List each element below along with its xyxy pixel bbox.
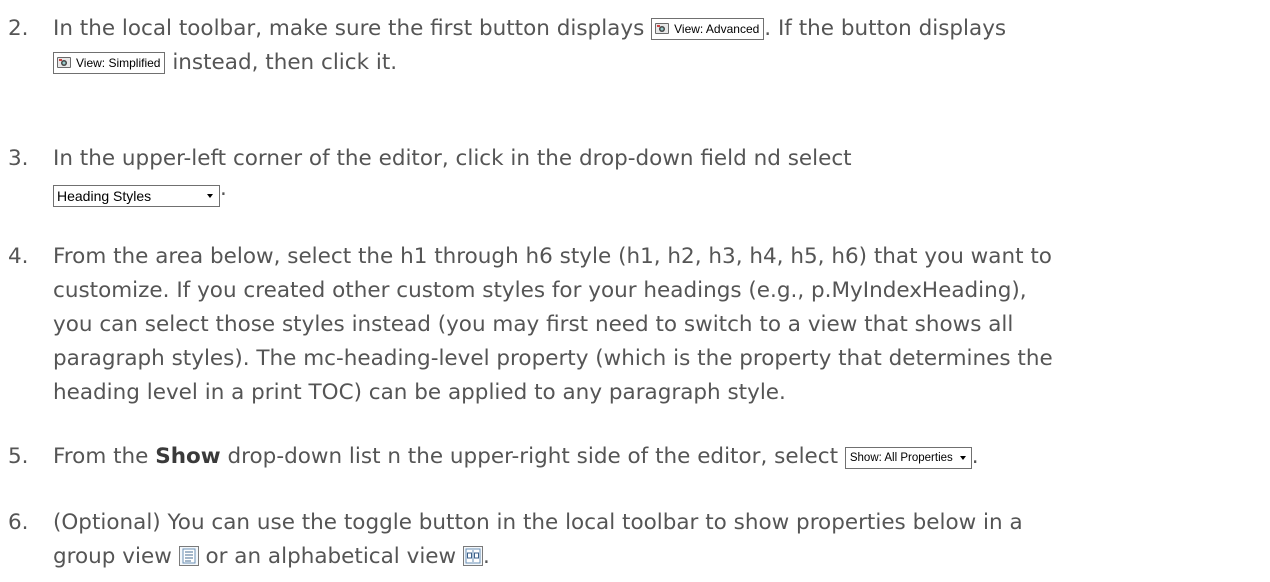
alphabetical-view-icon[interactable]: [462, 546, 483, 566]
step-text: .: [220, 176, 227, 201]
view-simplified-label: View: Simplified: [76, 56, 161, 70]
step-text: customize. If you created other custom s…: [53, 278, 1027, 303]
step-text: instead, then click it.: [165, 50, 398, 75]
step-text: .: [482, 544, 490, 569]
chevron-down-icon: [955, 448, 971, 468]
heading-styles-dropdown[interactable]: Heading Styles: [53, 185, 220, 207]
step-text: In the local toolbar, make sure the firs…: [53, 16, 645, 41]
view-advanced-button[interactable]: View: Advanced: [651, 18, 765, 40]
step-number: 3.: [8, 146, 29, 171]
step-text: .: [971, 444, 979, 469]
step-text: From the area below, select the h1 throu…: [53, 244, 1052, 269]
step-number: 2.: [8, 16, 29, 41]
view-advanced-label: View: Advanced: [674, 22, 760, 36]
step-text: In the upper-left corner of the editor, …: [53, 146, 852, 171]
show-all-properties-dropdown[interactable]: Show: All Properties: [844, 447, 972, 469]
show-dropdown-value: Show: All Properties: [849, 452, 953, 464]
step-text: you can select those styles instead (you…: [53, 312, 1014, 337]
step-text: (Optional) You can use the toggle button…: [53, 510, 1023, 535]
show-label: Show: [155, 444, 221, 469]
step-text: paragraph styles). The mc-heading-level …: [53, 346, 1053, 371]
view-simplified-button[interactable]: View: Simplified: [53, 52, 166, 74]
step-number: 4.: [8, 244, 29, 269]
step-text: . If the button displays: [764, 16, 1007, 41]
step-text: From the: [53, 444, 156, 469]
camera-icon: [57, 57, 71, 68]
group-view-icon[interactable]: [178, 546, 199, 566]
dropdown-value: Heading Styles: [57, 188, 152, 204]
chevron-down-icon: [201, 186, 219, 206]
step-number: 5.: [8, 444, 29, 469]
camera-icon: [655, 23, 670, 34]
step-text: group view: [53, 544, 179, 569]
step-text: heading level in a print TOC) can be app…: [53, 380, 786, 405]
step-number: 6.: [8, 510, 29, 535]
step-text: drop-down list n the upper-right side of…: [220, 444, 845, 469]
step-text: or an alphabetical view: [198, 544, 463, 569]
